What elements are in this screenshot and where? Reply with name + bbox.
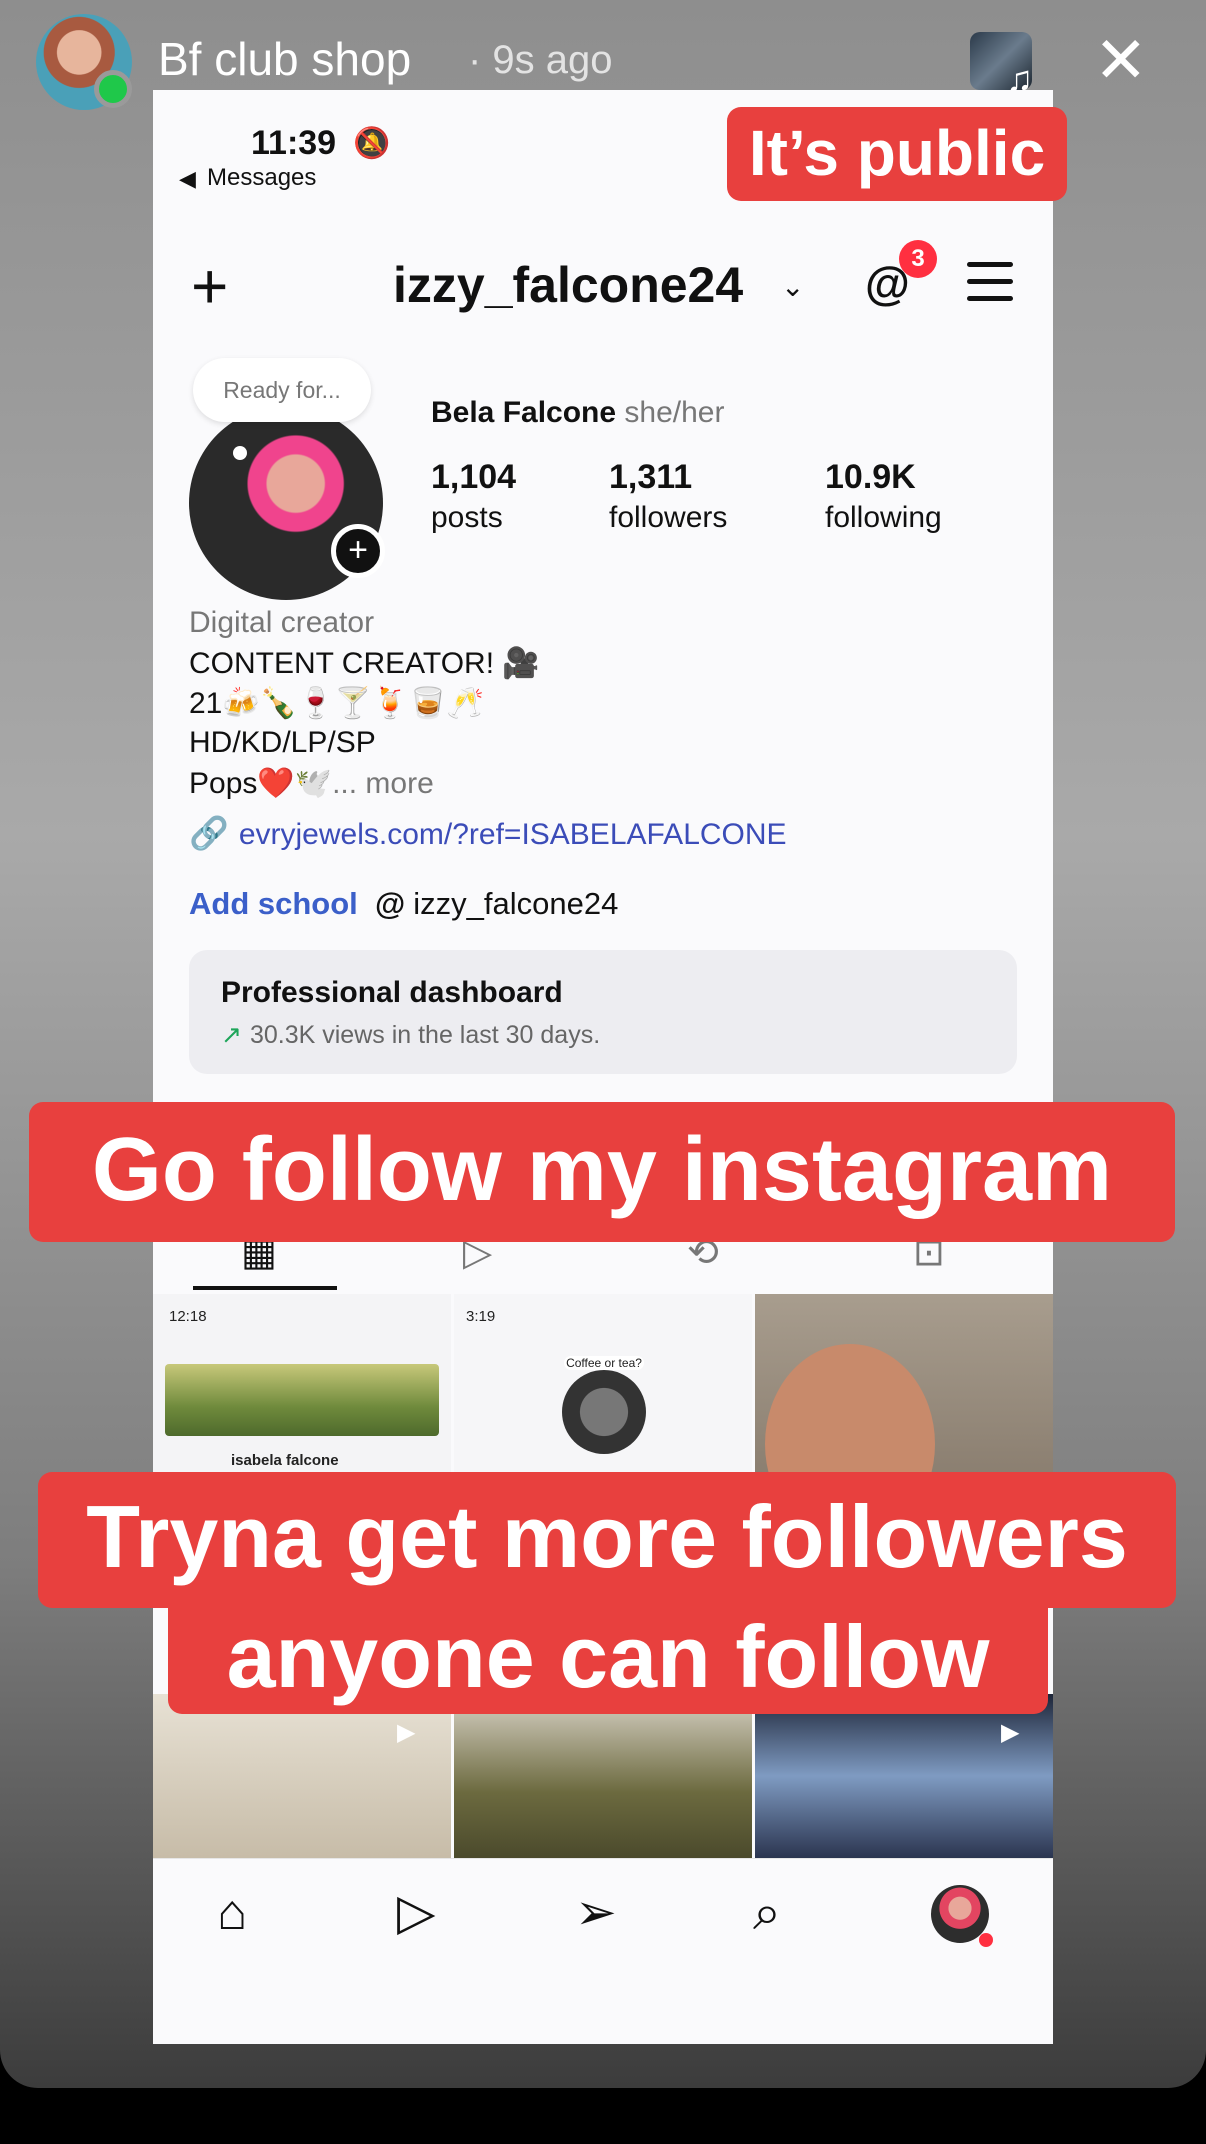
add-story-icon: + (331, 524, 385, 578)
note-bubble-tail (233, 446, 247, 460)
dashboard-subtitle: ↗ 30.3K views in the last 30 days. (221, 1020, 600, 1050)
chevron-down-icon: ⌄ (781, 271, 805, 302)
reel-icon: ▶ (1001, 1719, 1020, 1746)
plus-icon: + (191, 250, 229, 322)
followers-stat: 1,311 followers (609, 458, 727, 535)
dashboard-title: Professional dashboard (221, 976, 563, 1009)
status-time: 11:39 (251, 124, 337, 162)
reels-icon: ▷ (397, 1884, 436, 1940)
caption-go-follow: Go follow my instagram (29, 1102, 1175, 1242)
bio-link: 🔗 evryjewels.com/?ref=ISABELAFALCONE (189, 814, 787, 852)
bottom-black-bar (0, 2088, 1206, 2144)
nav-profile-dot (979, 1933, 993, 1947)
caption-anyone-can-follow: anyone can follow (168, 1602, 1048, 1714)
following-stat: 10.9K following (825, 458, 942, 535)
bio-category: Digital creator (189, 606, 375, 639)
paper-plane-icon: ➢ (575, 1884, 617, 1940)
bio-line: 21🍻🍾🍷🍸🍹🥃🥂 (189, 687, 484, 720)
trend-arrow-icon: ↗ (221, 1021, 242, 1049)
back-arrow-icon: ◀ (179, 166, 196, 191)
pronouns: she/her (624, 396, 725, 429)
threads-profile-link: @ izzy_falcone24 (375, 886, 618, 922)
following-count: 10.9K (825, 458, 916, 496)
caption-its-public: It’s public (727, 107, 1067, 201)
notification-badge: 3 (899, 240, 937, 278)
bio-line: HD/KD/LP/SP (189, 726, 376, 759)
followers-count: 1,311 (609, 458, 693, 496)
bell-muted-icon: 🔕 (353, 127, 391, 160)
back-to-messages: Messages (207, 164, 317, 191)
post-note: Coffee or tea? (564, 1356, 644, 1370)
post-status-time: 3:19 (466, 1308, 496, 1325)
bio-line-text: Pops❤️🕊️ (189, 767, 333, 800)
close-icon[interactable]: ✕ (1094, 28, 1148, 92)
post-avatar-image (562, 1370, 646, 1454)
add-school-link: Add school (189, 886, 358, 921)
bio-line: CONTENT CREATOR! 🎥 (189, 647, 540, 680)
online-indicator (94, 70, 132, 108)
dashboard-views: 30.3K views in the last 30 days. (249, 1021, 601, 1049)
caption-tryna-get-followers: Tryna get more followers (38, 1472, 1176, 1608)
display-name: Bela Falcone she/her (431, 396, 725, 430)
story-username[interactable]: Bf club shop (158, 32, 411, 86)
reel-icon: ▶ (397, 1719, 416, 1746)
bio-link-text: evryjewels.com/?ref=ISABELAFALCONE (238, 818, 787, 851)
story-viewer: Bf club shop · 9s ago ♫ ✕ 11:39 🔕 ◀ Mess… (0, 0, 1206, 2088)
bio-line-last: Pops❤️🕊️... more (189, 766, 434, 801)
home-icon: ⌂ (217, 1884, 248, 1940)
link-icon: 🔗 (189, 815, 229, 851)
active-tab-underline (193, 1286, 337, 1290)
following-label: following (825, 501, 942, 534)
bio-more-link: ... more (332, 767, 434, 800)
display-name-text: Bela Falcone (431, 396, 617, 429)
post-status-time: 12:18 (169, 1308, 207, 1325)
followers-label: followers (609, 501, 728, 534)
posts-stat: 1,104 posts (431, 458, 516, 535)
bottom-nav: ⌂ ▷ ➢ ⌕ (153, 1858, 1053, 2044)
posts-label: posts (431, 501, 503, 534)
posts-count: 1,104 (431, 458, 517, 496)
professional-dashboard: Professional dashboard ↗ 30.3K views in t… (189, 950, 1017, 1074)
threads-handle: izzy_falcone24 (413, 886, 619, 921)
profile-note: Ready for... (193, 358, 371, 422)
menu-icon (967, 262, 1013, 302)
story-timestamp: · 9s ago (468, 38, 613, 82)
profile-screenshot: 11:39 🔕 ◀ Messages + izzy_falcone24 ⌄ @ … (153, 90, 1053, 2044)
grid-post-oysters (454, 1694, 752, 1858)
post-profile-name: isabela falcone (231, 1452, 339, 1469)
post-banner-image (165, 1364, 439, 1436)
search-icon: ⌕ (753, 1884, 781, 1940)
profile-handle: izzy_falcone24 (393, 257, 744, 313)
threads-small-icon: @ (375, 886, 406, 921)
